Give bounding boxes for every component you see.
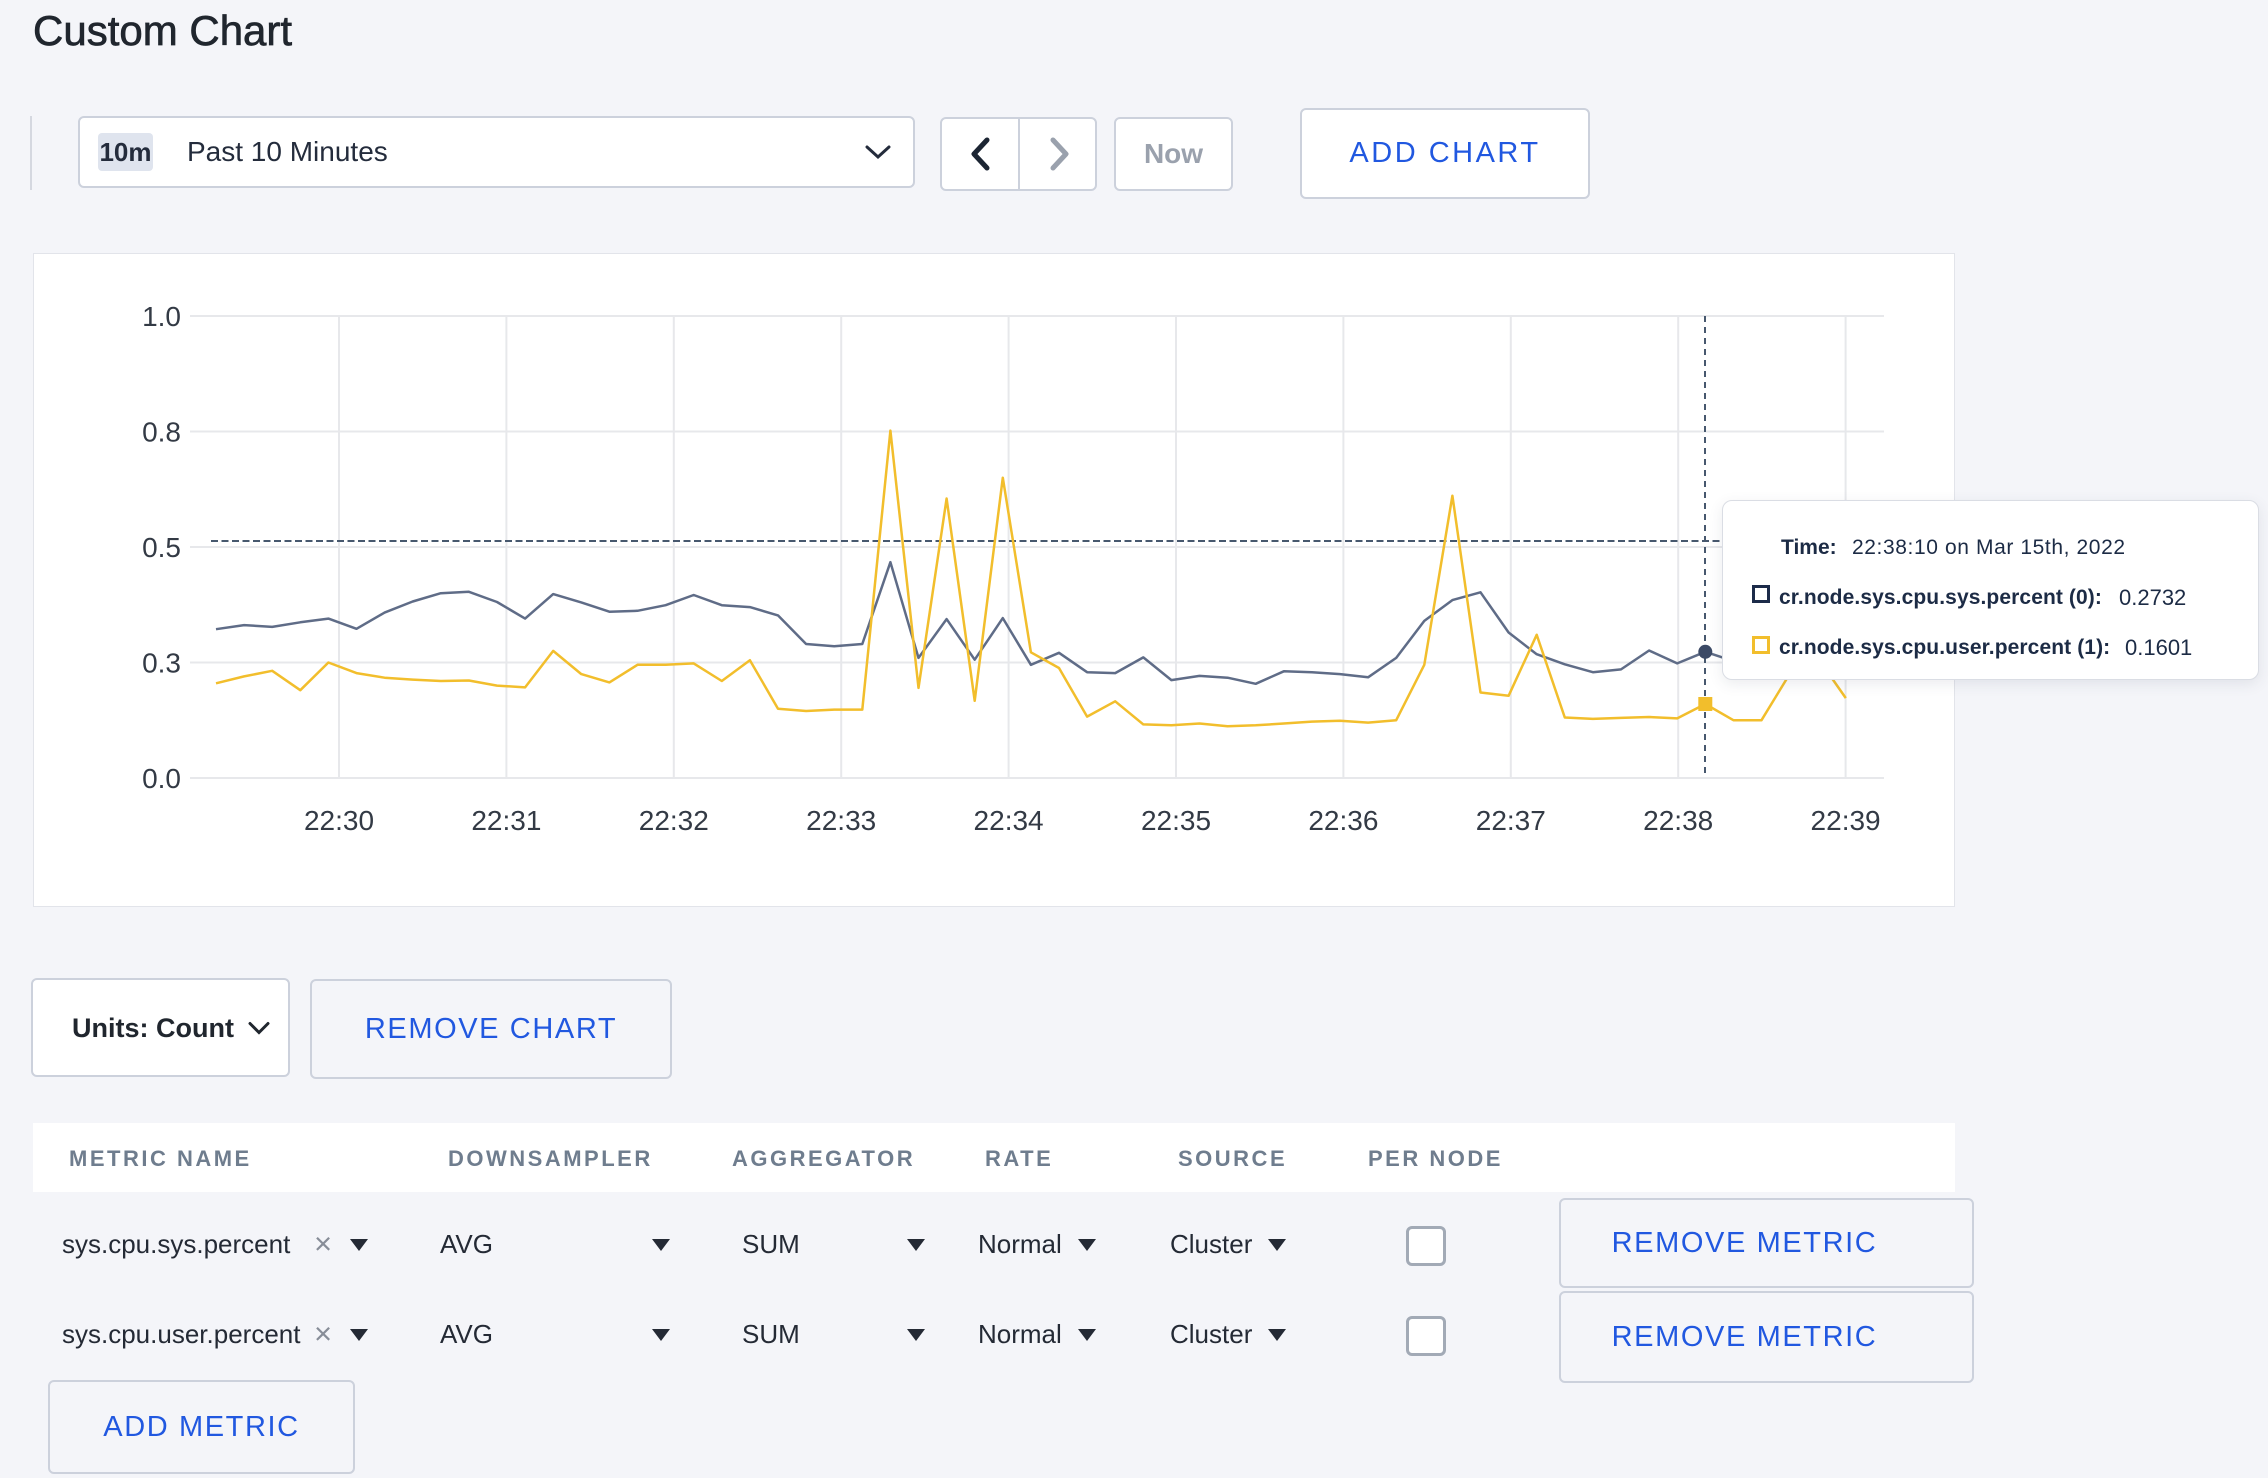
svg-text:22:38: 22:38 bbox=[1643, 805, 1713, 836]
svg-text:22:33: 22:33 bbox=[806, 805, 876, 836]
svg-text:22:34: 22:34 bbox=[974, 805, 1044, 836]
svg-text:22:32: 22:32 bbox=[639, 805, 709, 836]
svg-text:0.8: 0.8 bbox=[142, 417, 181, 448]
svg-text:0.0: 0.0 bbox=[142, 763, 181, 794]
svg-text:22:39: 22:39 bbox=[1811, 805, 1881, 836]
svg-text:22:30: 22:30 bbox=[304, 805, 374, 836]
svg-text:22:36: 22:36 bbox=[1308, 805, 1378, 836]
svg-text:22:37: 22:37 bbox=[1476, 805, 1546, 836]
svg-text:22:31: 22:31 bbox=[471, 805, 541, 836]
svg-text:1.0: 1.0 bbox=[142, 301, 181, 332]
svg-text:0.5: 0.5 bbox=[142, 532, 181, 563]
svg-text:22:35: 22:35 bbox=[1141, 805, 1211, 836]
svg-text:0.3: 0.3 bbox=[142, 648, 181, 679]
